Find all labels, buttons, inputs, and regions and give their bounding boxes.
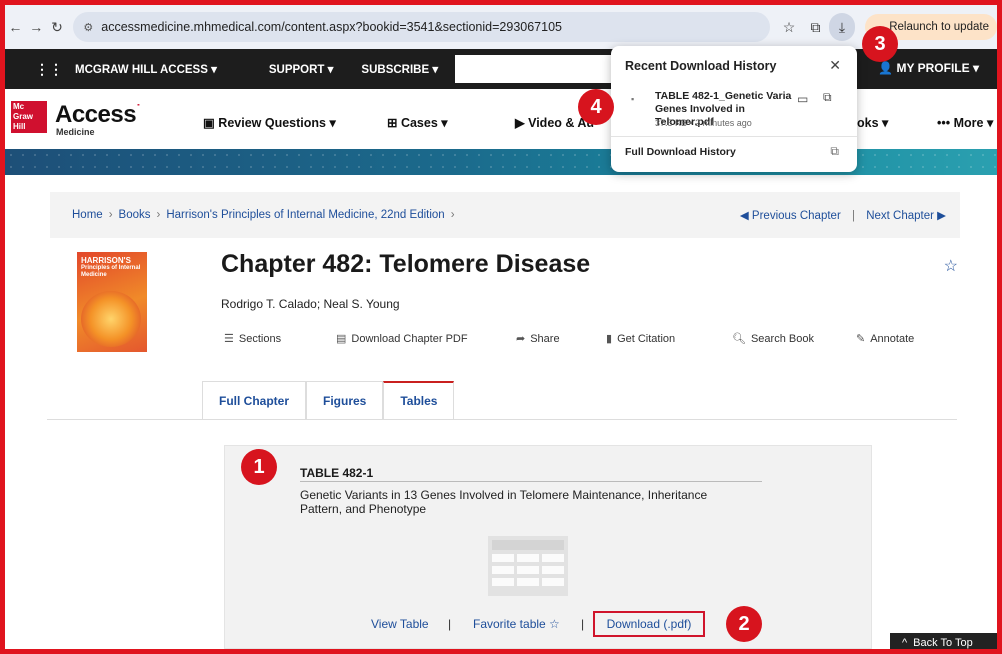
close-icon[interactable]: ✕ <box>829 57 841 74</box>
bookmark-star-icon[interactable]: ☆ <box>776 13 802 41</box>
downloads-icon[interactable]: ⤓ <box>828 13 856 41</box>
logo-subtitle: Medicine <box>56 127 95 137</box>
list-icon: ☰ <box>224 333 234 345</box>
download-pdf-link[interactable]: Download (.pdf) <box>593 611 705 637</box>
pencil-icon: ✎ <box>856 333 866 345</box>
open-external-icon[interactable]: ⧉ <box>830 144 839 159</box>
download-chapter-pdf-button[interactable]: ▤ Download Chapter PDF <box>336 332 468 345</box>
download-popup-title: Recent Download History <box>625 59 777 73</box>
content-tabs: Full Chapter Figures Tables <box>202 381 455 419</box>
mcgraw-hill-logo[interactable]: Mc Graw Hill <box>11 101 47 133</box>
chevron-up-icon: ^ <box>902 637 908 649</box>
access-medicine-logo[interactable]: Access˙ <box>55 101 141 129</box>
breadcrumb-books[interactable]: Books <box>119 209 151 221</box>
reload-icon[interactable]: ↻ <box>47 19 68 36</box>
nav-review-questions[interactable]: ▣ Review Questions ▾ <box>203 115 336 130</box>
table-placeholder-icon <box>488 536 568 596</box>
full-download-history-link[interactable]: Full Download History <box>625 146 736 158</box>
action-separator: | <box>581 617 585 631</box>
book-cover-image[interactable]: HARRISON'S Principles of Internal Medici… <box>77 252 147 352</box>
tab-tables[interactable]: Tables <box>383 381 455 419</box>
chapter-authors: Rodrigo T. Calado; Neal S. Young <box>221 297 400 311</box>
document-icon: ▤ <box>336 333 347 345</box>
show-in-folder-icon[interactable]: ▭ <box>797 92 808 106</box>
action-separator: | <box>448 617 452 631</box>
view-table-link[interactable]: View Table <box>371 617 429 631</box>
breadcrumb: Home › Books › Harrison's Principles of … <box>50 192 960 238</box>
callout-4: 4 <box>578 89 614 125</box>
breadcrumb-harrisons[interactable]: Harrison's Principles of Internal Medici… <box>166 209 444 221</box>
search-book-button[interactable]: 🔍︎ Search Book <box>732 332 814 345</box>
extensions-icon[interactable]: ⧉ <box>802 13 828 41</box>
favorite-table-link[interactable]: Favorite table ☆ <box>473 617 560 631</box>
table-label-rule <box>300 481 762 482</box>
subscribe-menu[interactable]: SUBSCRIBE ▾ <box>361 62 438 76</box>
star-outline-icon: ☆ <box>549 617 560 631</box>
page-title: Chapter 482: Telomere Disease <box>221 250 591 278</box>
breadcrumb-home[interactable]: Home <box>72 209 103 221</box>
site-info-icon[interactable]: ⚙ <box>83 21 93 34</box>
tab-divider <box>47 419 957 420</box>
share-icon: ➦ <box>516 333 526 345</box>
previous-chapter-link[interactable]: ◀ Previous Chapter <box>740 210 841 222</box>
popup-divider <box>611 136 857 137</box>
address-bar-text: accessmedicine.mhmedical.com/content.asp… <box>101 20 562 34</box>
nav-more[interactable]: ••• More ▾ <box>937 115 993 130</box>
chevron-right-icon: › <box>450 209 455 221</box>
nav-cases[interactable]: ⊞ Cases ▾ <box>387 115 448 130</box>
chevron-right-icon: › <box>156 209 161 221</box>
annotate-button[interactable]: ✎ Annotate <box>856 332 914 345</box>
open-external-icon[interactable]: ⧉ <box>823 90 832 105</box>
browser-toolbar: ← → ↻ ⚙ accessmedicine.mhmedical.com/con… <box>5 5 997 49</box>
search-icon: 🔍︎ <box>732 333 746 345</box>
brand-menu[interactable]: MCGRAW HILL ACCESS ▾ <box>75 62 217 76</box>
cover-graphic <box>81 291 141 347</box>
callout-1: 1 <box>241 449 277 485</box>
address-bar[interactable]: ⚙ accessmedicine.mhmedical.com/content.a… <box>73 12 770 42</box>
download-file-meta: 37.5 KB • 2 minutes ago <box>655 118 752 128</box>
chevron-right-icon: › <box>108 209 113 221</box>
apps-grid-icon[interactable]: ⋮⋮ <box>35 61 63 78</box>
favorite-star-icon[interactable]: ☆ <box>944 256 958 276</box>
back-to-top-button[interactable]: ^ Back To Top <box>890 633 997 653</box>
table-label: TABLE 482-1 <box>300 466 374 480</box>
next-chapter-link[interactable]: Next Chapter ▶ <box>866 210 946 222</box>
download-history-popup: Recent Download History ✕ ▪ TABLE 482-1_… <box>611 46 857 172</box>
citation-icon: ▮ <box>606 333 613 345</box>
site-search-input[interactable] <box>455 55 625 83</box>
chapter-navigation: ◀ Previous Chapter | Next Chapter ▶ <box>740 208 946 222</box>
support-menu[interactable]: SUPPORT ▾ <box>269 62 334 76</box>
my-profile-menu[interactable]: 👤 MY PROFILE ▾ <box>878 61 979 75</box>
pdf-file-icon: ▪ <box>631 94 635 104</box>
get-citation-button[interactable]: ▮ Get Citation <box>606 332 675 345</box>
chapter-nav-separator: | <box>851 210 855 222</box>
tab-full-chapter[interactable]: Full Chapter <box>202 381 307 419</box>
back-arrow-icon[interactable]: ← <box>5 19 26 35</box>
share-button[interactable]: ➦ Share <box>516 332 560 345</box>
tab-figures[interactable]: Figures <box>306 381 384 419</box>
forward-arrow-icon[interactable]: → <box>26 19 47 35</box>
callout-3: 3 <box>862 26 898 62</box>
table-caption: Genetic Variants in 13 Genes Involved in… <box>300 488 708 516</box>
sections-button[interactable]: ☰ Sections <box>224 332 281 345</box>
nav-books[interactable]: oks ▾ <box>857 115 888 130</box>
callout-2: 2 <box>726 606 762 642</box>
